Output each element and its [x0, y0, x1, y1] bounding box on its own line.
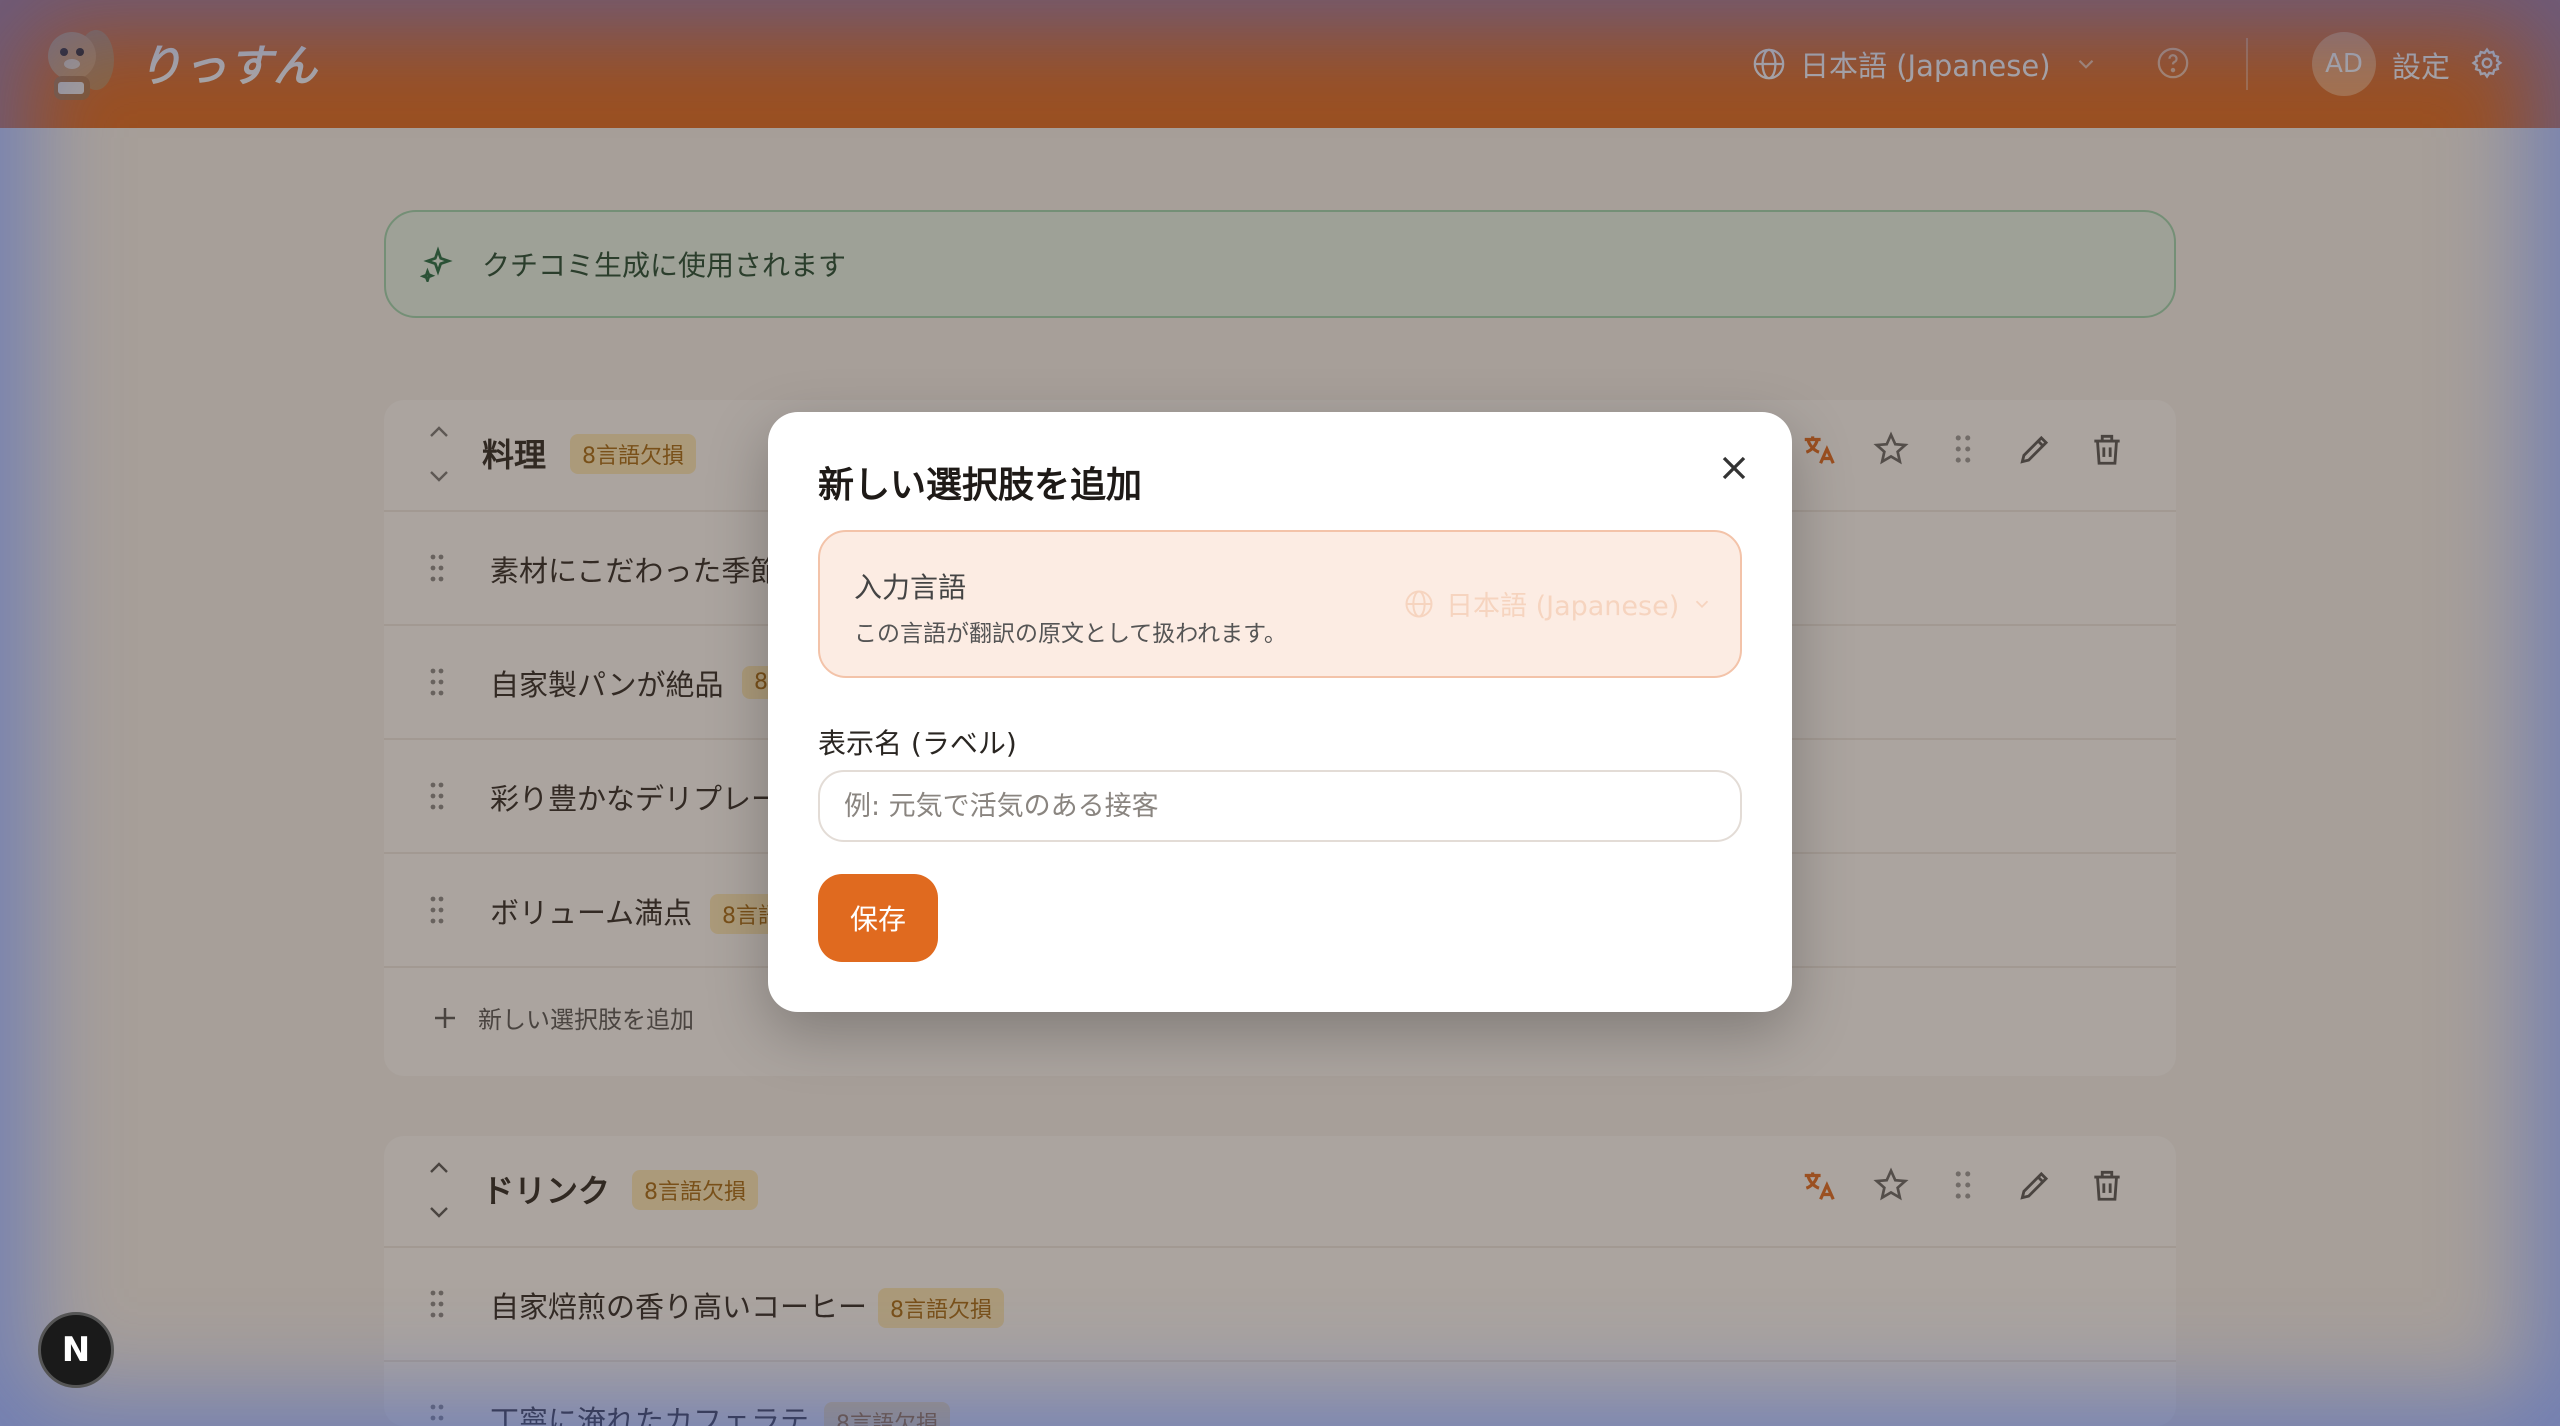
label-input[interactable]	[818, 770, 1742, 842]
globe-icon	[1405, 590, 1433, 617]
input-language-title: 入力言語	[854, 571, 967, 604]
chevron-down-icon	[1696, 600, 1709, 608]
dialog-title: 新しい選択肢を追加	[818, 465, 1143, 506]
input-language-select[interactable]: 日本語 (Japanese)	[1404, 584, 1713, 623]
add-option-dialog: 新しい選択肢を追加 入力言語 この言語が翻訳の原文として扱われます。 日本語 (…	[768, 412, 1792, 1012]
input-language-description: この言語が翻訳の原文として扱われます。	[854, 621, 1287, 647]
input-language-box: 入力言語 この言語が翻訳の原文として扱われます。 日本語 (Japanese)	[818, 530, 1742, 678]
input-language-value: 日本語 (Japanese)	[1446, 591, 1680, 622]
close-icon[interactable]	[1714, 448, 1754, 488]
save-button[interactable]: 保存	[818, 874, 938, 962]
dev-tools-badge[interactable]: N	[38, 1312, 114, 1388]
label-field-label: 表示名 (ラベル)	[818, 727, 1017, 760]
